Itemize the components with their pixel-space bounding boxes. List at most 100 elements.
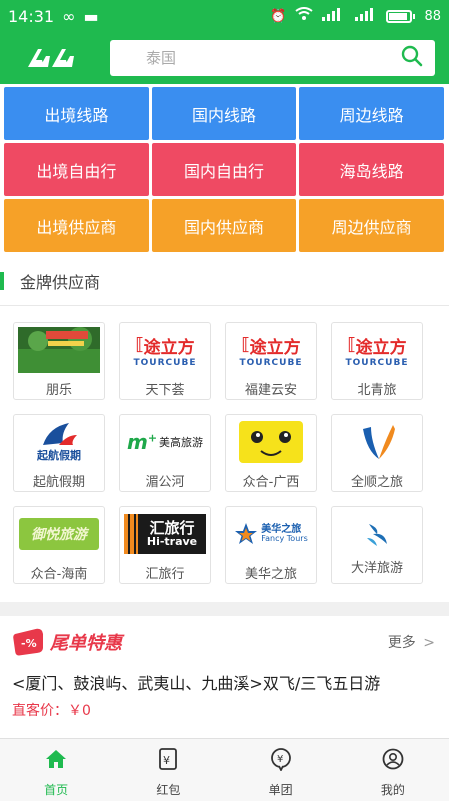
search-icon[interactable] [401, 45, 423, 71]
supplier-card[interactable]: 美华之旅 Fancy Tours 美华之旅 [225, 506, 317, 584]
supplier-logo [336, 419, 418, 465]
special-title: 尾单特惠 [50, 633, 122, 654]
supplier-logo [230, 419, 312, 465]
route-nearby[interactable]: 周边线路 [299, 87, 444, 140]
route-outbound-supplier[interactable]: 出境供应商 [4, 199, 149, 252]
app-logo[interactable] [26, 43, 84, 73]
gold-supplier-heading: 金牌供应商 [0, 265, 449, 297]
supplier-name: 天下荟 [145, 383, 185, 398]
logo-text: 起航假期 [37, 449, 81, 462]
section-accent-bar [0, 272, 4, 290]
supplier-name: 众合-海南 [30, 567, 88, 582]
supplier-name: 湄公河 [145, 475, 185, 490]
red-packet-icon: ¥ [156, 747, 180, 771]
supplier-name: 北青旅 [357, 383, 397, 398]
supplier-name: 汇旅行 [145, 567, 185, 582]
supplier-logo: ⟦ 途立方 TOURCUBE [230, 327, 312, 373]
tab-home[interactable]: 首页 [0, 739, 112, 801]
svg-text:-%: -% [21, 637, 37, 650]
svg-text:¥: ¥ [277, 754, 283, 765]
supplier-card[interactable]: ⟦ 途立方 TOURCUBE 北青旅 [331, 322, 423, 400]
supplier-card[interactable]: 朋乐 [13, 322, 105, 400]
route-outbound[interactable]: 出境线路 [4, 87, 149, 140]
notification-icon: ▬ [83, 6, 99, 26]
wifi-icon [295, 7, 314, 25]
special-logo: -% 尾单特惠 [12, 628, 122, 656]
supplier-logo: 美华之旅 Fancy Tours [230, 511, 312, 557]
supplier-grid: 朋乐 ⟦ 途立方 TOURCUBE 天下荟 ⟦ 途立方 TOURCUBE 福建云安 … [0, 306, 449, 602]
route-island[interactable]: 海岛线路 [299, 143, 444, 196]
header [0, 32, 449, 84]
route-outbound-free[interactable]: 出境自由行 [4, 143, 149, 196]
supplier-card[interactable]: m+ 美高旅游 湄公河 [119, 414, 211, 492]
supplier-logo: ⟦ 途立方 TOURCUBE [124, 327, 206, 373]
supplier-name: 众合-广西 [242, 475, 300, 490]
logo-text: 美高旅游 [159, 436, 204, 449]
logo-text: 汇旅行 [149, 518, 195, 537]
supplier-card[interactable]: 御悦旅游 众合-海南 [13, 506, 105, 584]
tab-group[interactable]: ¥ 单团 [225, 739, 337, 801]
route-domestic[interactable]: 国内线路 [151, 87, 297, 140]
supplier-name: 大洋旅游 [350, 561, 403, 576]
supplier-logo [336, 511, 418, 557]
supplier-card[interactable]: ⟦ 途立方 TOURCUBE 天下荟 [119, 322, 211, 400]
logo-subtext: TOURCUBE [133, 357, 197, 368]
deal-price: 直客价：￥0 [12, 703, 91, 719]
supplier-card[interactable]: 全顺之旅 [331, 414, 423, 492]
deal-title[interactable]: <厦门、鼓浪屿、武夷山、九曲溪>双飞/三飞五日游 [0, 668, 449, 696]
user-icon [381, 747, 405, 771]
status-bar: 14:31 ∞ ▬ ⏰ 88 [0, 0, 449, 32]
route-domestic-supplier[interactable]: 国内供应商 [151, 199, 297, 252]
battery-level: 88 [424, 8, 441, 24]
chevron-right-icon: > [423, 635, 435, 651]
signal-4g-icon [353, 7, 377, 25]
logo-subtext: Hi-trave [146, 535, 198, 549]
section-gap [0, 602, 449, 616]
logo-subtext: Fancy Tours [261, 534, 308, 544]
route-domestic-free[interactable]: 国内自由行 [151, 143, 297, 196]
tab-label: 单团 [268, 783, 293, 797]
alarm-icon: ⏰ [270, 8, 287, 24]
more-label: 更多 [387, 635, 416, 651]
supplier-name: 全顺之旅 [350, 475, 403, 490]
search-box[interactable] [110, 40, 435, 76]
supplier-logo: 汇旅行 Hi-trave [124, 511, 206, 557]
bottom-tab-bar: 首页 ¥ 红包 ¥ 单团 我的 [0, 738, 449, 801]
status-time: 14:31 [8, 6, 55, 26]
discount-tag-icon: -% [13, 628, 44, 656]
route-grid: 出境线路 国内线路 周边线路 出境自由行 国内自由行 海岛线路 出境供应商 国内… [0, 84, 449, 252]
logo-text: 御悦旅游 [31, 527, 87, 543]
search-input[interactable] [146, 49, 401, 67]
supplier-card[interactable]: 起航假期 起航假期 [13, 414, 105, 492]
supplier-card[interactable]: ⟦ 途立方 TOURCUBE 福建云安 [225, 322, 317, 400]
supplier-card[interactable]: 众合-广西 [225, 414, 317, 492]
logo-text: 途立方 [355, 337, 407, 358]
route-nearby-supplier[interactable]: 周边供应商 [299, 199, 444, 252]
gold-supplier-title: 金牌供应商 [20, 273, 101, 292]
supplier-logo [18, 327, 100, 373]
top-bar: 14:31 ∞ ▬ ⏰ 88 [0, 0, 449, 84]
supplier-logo: ⟦ 途立方 TOURCUBE [336, 327, 418, 373]
tab-label: 首页 [44, 783, 69, 797]
supplier-card[interactable]: 汇旅行 Hi-trave 汇旅行 [119, 506, 211, 584]
tab-label: 我的 [380, 783, 405, 797]
tab-me[interactable]: 我的 [337, 739, 449, 801]
tab-label: 红包 [156, 783, 181, 797]
tab-red-packet[interactable]: ¥ 红包 [112, 739, 224, 801]
logo-text: 途立方 [143, 337, 195, 358]
supplier-name: 福建云安 [244, 383, 297, 398]
group-icon: ¥ [269, 747, 293, 771]
logo-text: 途立方 [249, 337, 301, 358]
infinity-icon: ∞ [62, 6, 76, 26]
logo-subtext: TOURCUBE [345, 357, 409, 368]
supplier-logo: m+ 美高旅游 [126, 430, 204, 454]
more-link[interactable]: 更多 > [388, 632, 435, 652]
logo-subtext: TOURCUBE [239, 357, 303, 368]
supplier-name: 朋乐 [45, 383, 72, 398]
special-header: -% 尾单特惠 更多 > [0, 616, 449, 668]
home-icon [44, 747, 68, 771]
supplier-logo: 起航假期 [18, 419, 100, 465]
battery-icon [386, 9, 416, 23]
supplier-card[interactable]: 大洋旅游 [331, 506, 423, 584]
svg-text:¥: ¥ [163, 754, 170, 767]
